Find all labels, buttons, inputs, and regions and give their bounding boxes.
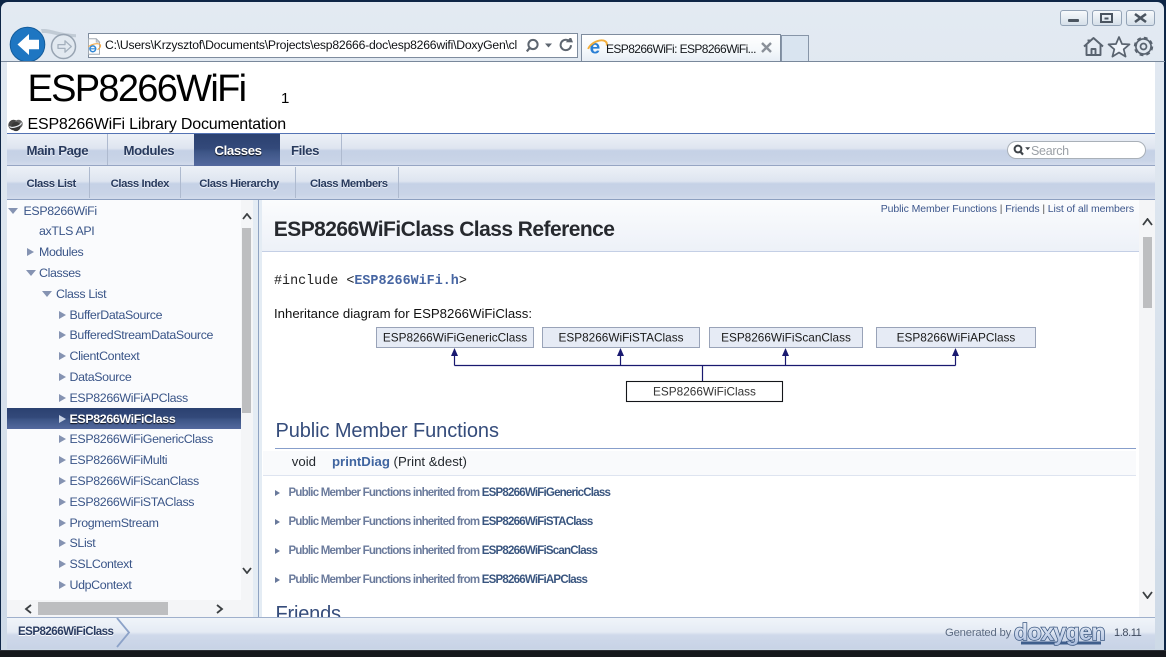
svg-text:doxygen: doxygen <box>1014 619 1105 645</box>
svg-text:ESP8266WiFiAPClass: ESP8266WiFiAPClass <box>897 331 1016 345</box>
svg-text:ESP8266WiFiScanClass: ESP8266WiFiScanClass <box>721 331 851 345</box>
svg-text:ESP8266WiFiSTAClass: ESP8266WiFiSTAClass <box>559 331 684 345</box>
svg-text:ESP8266WiFiClass: ESP8266WiFiClass <box>653 385 756 399</box>
svg-text:ESP8266WiFiGenericClass: ESP8266WiFiGenericClass <box>383 331 527 345</box>
